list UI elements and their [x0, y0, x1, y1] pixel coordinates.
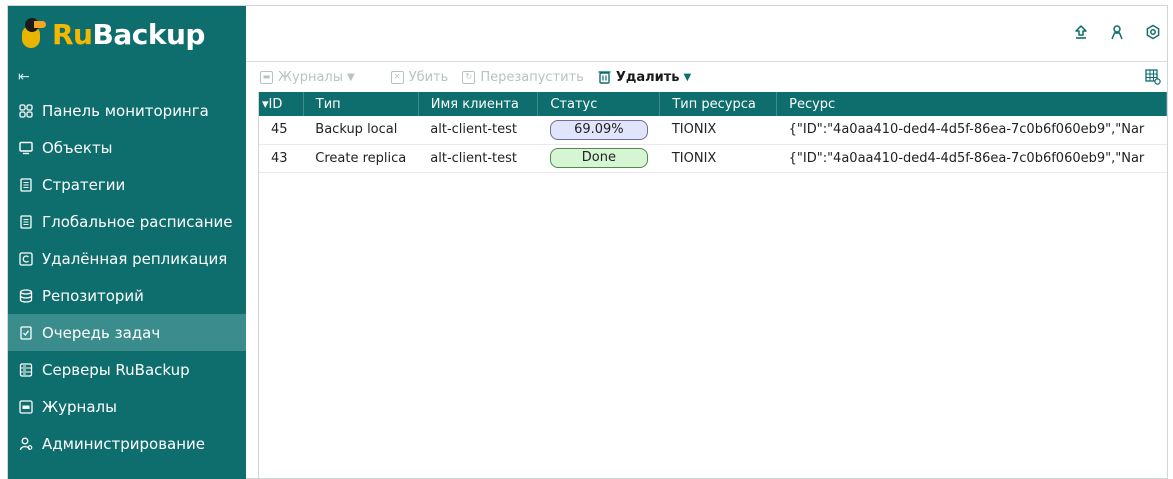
users-icon [18, 436, 34, 452]
sidebar-item-global-schedule[interactable]: Глобальное расписание [8, 203, 246, 240]
cell-resource-type: TIONIX [659, 144, 777, 173]
sidebar-item-label: Панель мониторинга [42, 101, 209, 120]
sidebar-item-label: Серверы RuBackup [42, 360, 190, 379]
cell-client: alt-client-test [418, 144, 538, 173]
collapse-menu-icon: ⇤ [18, 69, 30, 85]
sidebar: RuBackup ⇤ Панель мониторинга Объекты Ст… [8, 6, 246, 479]
sidebar-item-logs[interactable]: Журналы [8, 388, 246, 425]
sidebar-item-label: Удалённая репликация [42, 249, 228, 268]
close-icon: ✕ [390, 70, 404, 84]
cell-status: 69.09% [537, 116, 660, 145]
sidebar-item-label: Стратегии [42, 175, 126, 194]
restart-button[interactable]: ↻ Перезапустить [462, 70, 584, 85]
monitor-icon [18, 140, 34, 156]
cell-id: 45 [259, 116, 304, 145]
cell-type: Backup local [303, 116, 419, 145]
database-icon [18, 288, 34, 304]
restart-icon: ↻ [462, 70, 476, 84]
table-header-row: ▾ID Тип Имя клиента Статус Тип ресурса Р… [259, 92, 1167, 116]
task-queue-icon [18, 325, 34, 341]
cell-type: Create replica [303, 144, 419, 173]
cell-id: 43 [259, 144, 304, 173]
server-icon [18, 362, 34, 378]
dashboard-icon [18, 103, 34, 119]
status-badge: 69.09% [549, 119, 648, 140]
document-icon [18, 177, 34, 193]
kill-button-label: Убить [408, 69, 449, 85]
sidebar-item-servers[interactable]: Серверы RuBackup [8, 351, 246, 388]
sidebar-item-dashboard[interactable]: Панель мониторинга [8, 92, 246, 129]
sidebar-item-repository[interactable]: Репозиторий [8, 277, 246, 314]
cell-resource: {"ID":"4a0aa410-ded4-4d5f-86ea-7c0b6f060… [776, 144, 1167, 173]
log-icon: ▬ [260, 70, 273, 84]
app-window: RuBackup ⇤ Панель мониторинга Объекты Ст… [7, 5, 1168, 479]
delete-button[interactable]: Удалить ▼ [598, 70, 691, 85]
sidebar-item-label: Объекты [42, 138, 113, 157]
sidebar-item-label: Журналы [42, 397, 117, 416]
chevron-down-icon: ▼ [683, 71, 692, 83]
task-queue-table: ▾ID Тип Имя клиента Статус Тип ресурса Р… [259, 92, 1167, 173]
collapse-menu-button[interactable]: ⇤ [8, 62, 246, 92]
sidebar-item-label: Очередь задач [42, 323, 161, 342]
sidebar-nav: Панель мониторинга Объекты Стратегии Гло… [8, 92, 246, 462]
top-bar [246, 6, 1167, 62]
sidebar-item-label: Администрирование [42, 434, 206, 453]
toolbar: ▬ Журналы ▼ ✕ Убить ↻ Перезапустить Удал… [246, 62, 1167, 92]
column-header-status[interactable]: Статус [537, 92, 661, 116]
settings-icon[interactable] [1145, 24, 1161, 40]
status-badge: Done [549, 148, 648, 168]
logo-text: RuBackup [52, 17, 205, 51]
cell-resource: {"ID":"4a0aa410-ded4-4d5f-86ea-7c0b6f060… [776, 116, 1167, 145]
log-icon [18, 399, 34, 415]
table-row[interactable]: 43 Create replica alt-client-test Done T… [259, 144, 1167, 173]
column-header-resource[interactable]: Ресурс [776, 92, 1167, 116]
table-columns-icon[interactable] [1145, 69, 1161, 85]
toucan-logo-icon [16, 16, 46, 52]
table-row[interactable]: 45 Backup local alt-client-test 69.09% T… [259, 116, 1167, 145]
upload-icon[interactable] [1073, 24, 1089, 40]
kill-button[interactable]: ✕ Убить [390, 69, 449, 85]
logo[interactable]: RuBackup [8, 6, 246, 62]
sidebar-item-administration[interactable]: Администрирование [8, 425, 246, 462]
user-icon[interactable] [1109, 24, 1125, 40]
column-header-id[interactable]: ▾ID [259, 92, 304, 116]
delete-button-label: Удалить [615, 69, 680, 85]
replication-icon [18, 251, 34, 267]
sidebar-item-label: Репозиторий [42, 286, 144, 305]
logs-button-label: Журналы [278, 69, 343, 85]
chevron-down-icon: ▼ [347, 71, 355, 83]
document-icon [18, 214, 34, 230]
column-header-resource-type[interactable]: Тип ресурса [659, 92, 778, 116]
sidebar-item-label: Глобальное расписание [42, 212, 233, 231]
sidebar-item-remote-replication[interactable]: Удалённая репликация [8, 240, 246, 277]
column-header-type[interactable]: Тип [303, 92, 419, 116]
trash-icon [598, 70, 611, 84]
sidebar-item-strategies[interactable]: Стратегии [8, 166, 246, 203]
cell-client: alt-client-test [418, 116, 538, 145]
cell-resource-type: TIONIX [659, 116, 777, 145]
task-queue-table-container: ▾ID Тип Имя клиента Статус Тип ресурса Р… [258, 92, 1167, 478]
sidebar-item-objects[interactable]: Объекты [8, 129, 246, 166]
restart-button-label: Перезапустить [480, 69, 584, 85]
sidebar-item-task-queue[interactable]: Очередь задач [8, 314, 246, 351]
cell-status: Done [537, 144, 660, 173]
column-header-client[interactable]: Имя клиента [418, 92, 539, 116]
logs-button[interactable]: ▬ Журналы ▼ [260, 70, 355, 85]
